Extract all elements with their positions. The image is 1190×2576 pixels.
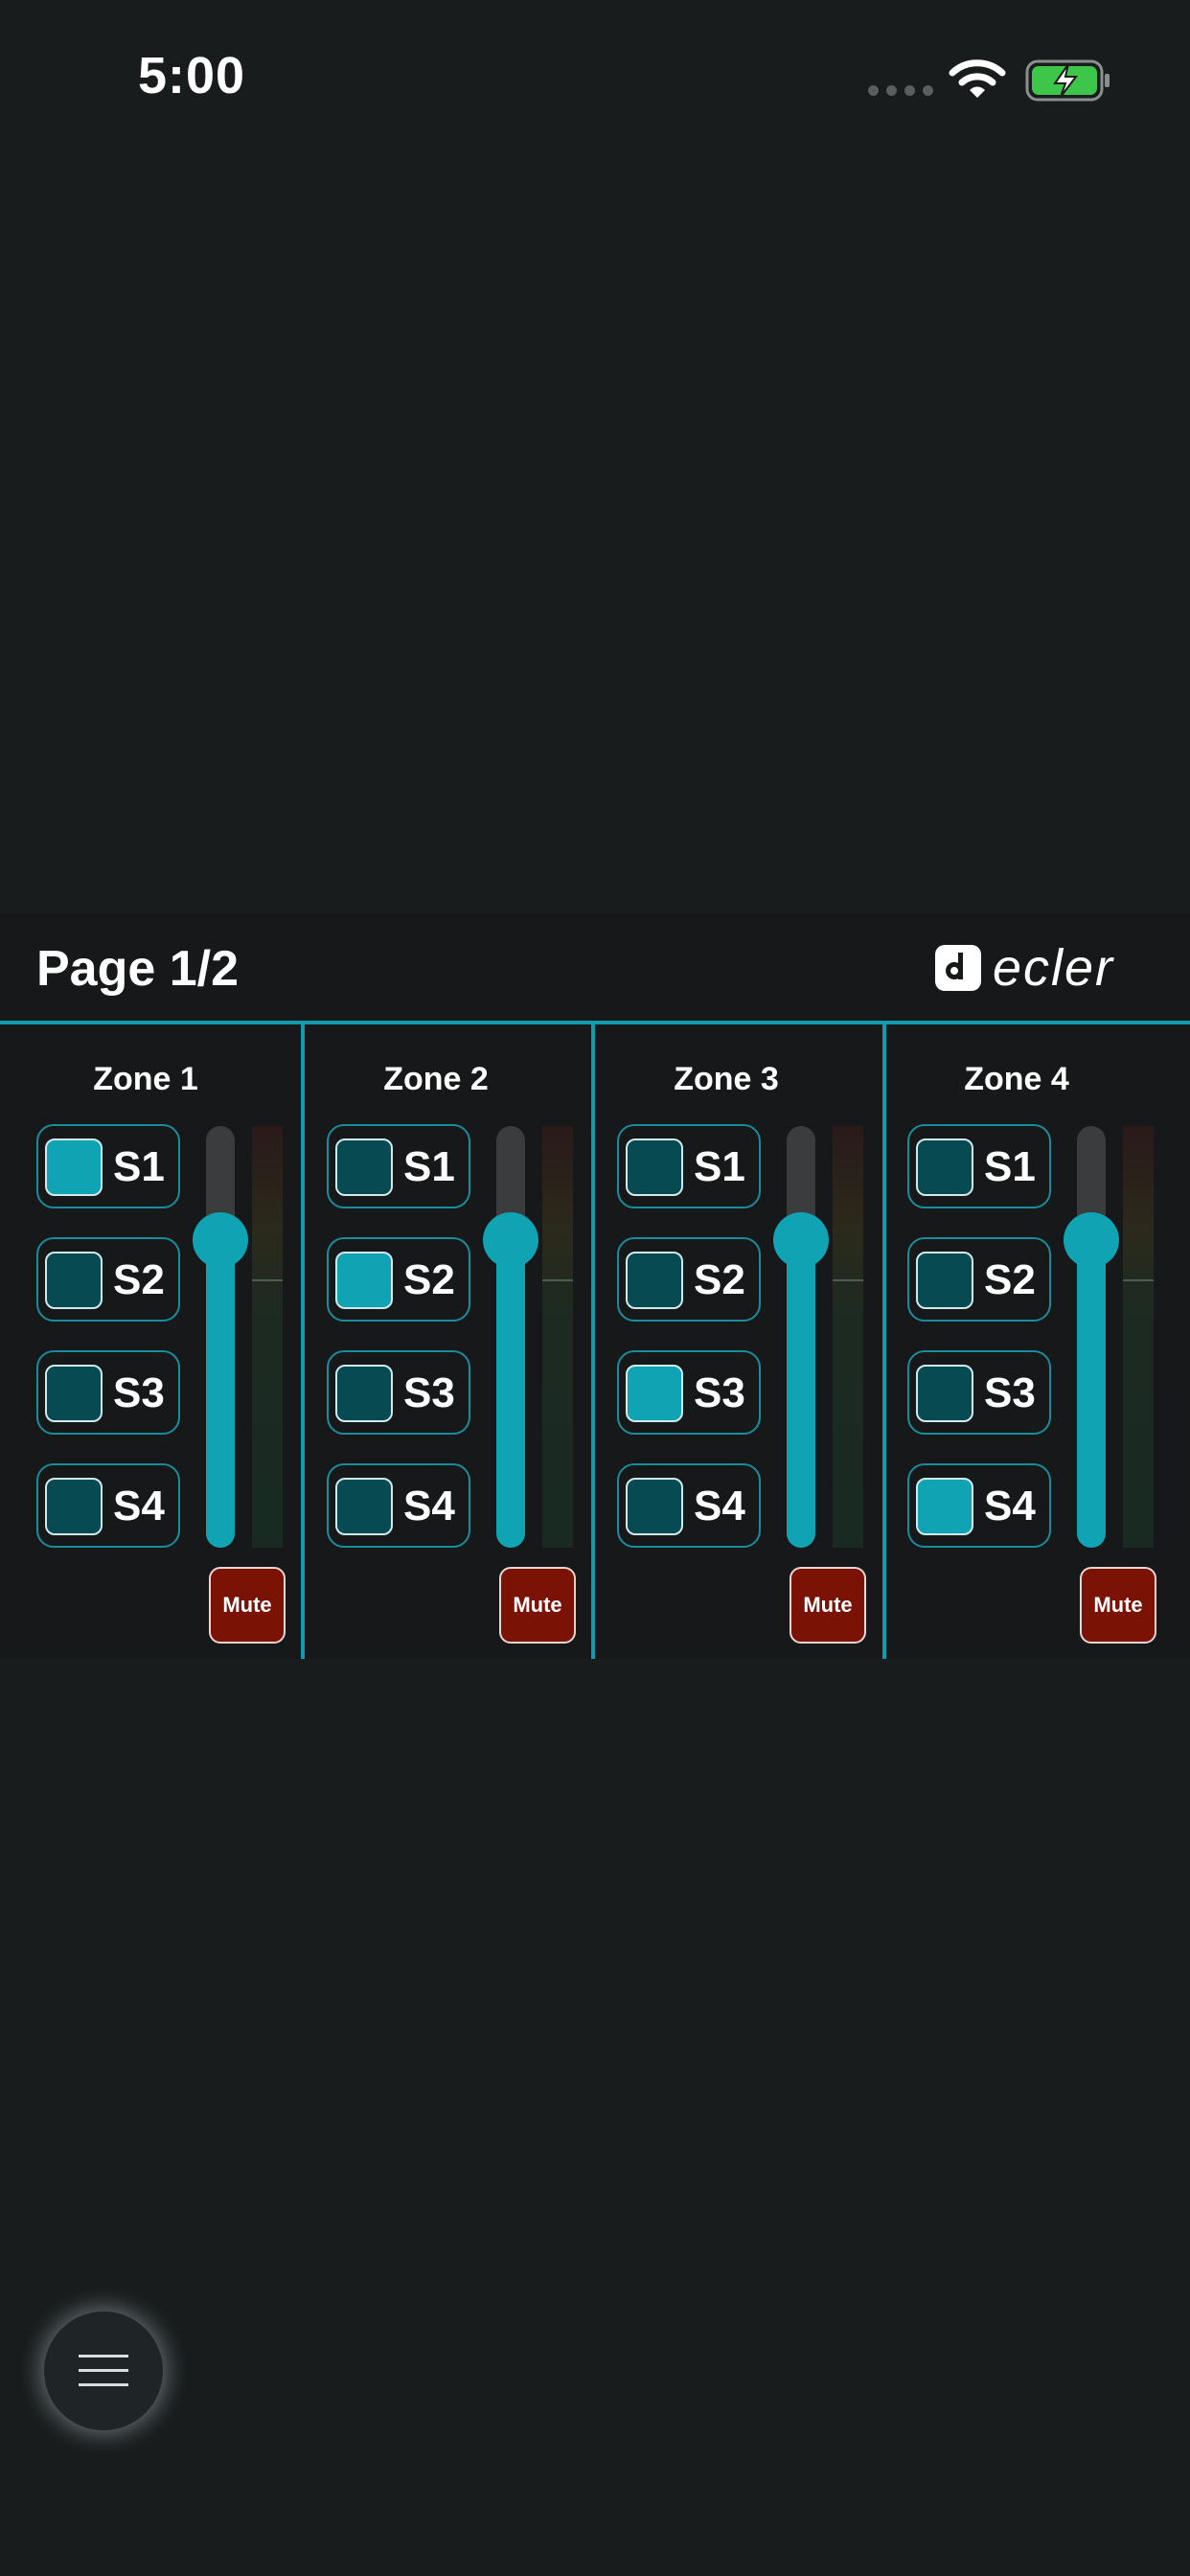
fader-fill	[787, 1240, 815, 1548]
source-indicator	[335, 1252, 393, 1309]
zone-3-source-s4-button[interactable]: S4	[617, 1463, 761, 1548]
fader-fill	[496, 1240, 525, 1548]
source-indicator	[916, 1365, 973, 1422]
zone-title: Zone 3	[674, 1061, 779, 1097]
zone-1-source-s4-button[interactable]: S4	[36, 1463, 180, 1548]
zone-2-mute-button[interactable]: Mute	[499, 1567, 576, 1644]
meter-marker	[1123, 1279, 1154, 1281]
zone-2-level-meter	[542, 1126, 573, 1548]
zone-1-source-s3-button[interactable]: S3	[36, 1350, 180, 1435]
zone-2-source-s1-button[interactable]: S1	[327, 1124, 470, 1208]
menu-button[interactable]	[44, 2312, 163, 2430]
source-indicator	[335, 1138, 393, 1196]
zone-4-volume-fader-track[interactable]	[1077, 1126, 1106, 1548]
source-indicator	[916, 1478, 973, 1535]
source-label: S3	[113, 1369, 165, 1416]
source-indicator	[626, 1138, 683, 1196]
zone-4: Zone 4 S1 S2 S3 S4 Mute	[871, 1024, 1162, 1659]
zone-4-volume-fader-knob[interactable]	[1064, 1212, 1119, 1268]
source-label: S4	[694, 1483, 745, 1530]
source-label: S3	[984, 1369, 1036, 1416]
source-label: S1	[113, 1143, 165, 1190]
source-indicator	[626, 1365, 683, 1422]
zone-4-mute-button[interactable]: Mute	[1080, 1567, 1156, 1644]
zone-1: Zone 1 S1 S2 S3 S4 Mute	[0, 1024, 291, 1659]
source-label: S3	[403, 1369, 455, 1416]
zone-1-volume-fader-track[interactable]	[206, 1126, 235, 1548]
status-time: 5:00	[138, 47, 246, 104]
battery-charging-icon	[1025, 59, 1110, 102]
zone-2-volume-fader-knob[interactable]	[483, 1212, 538, 1268]
source-label: S4	[984, 1483, 1036, 1530]
zone-3-volume-fader-knob[interactable]	[773, 1212, 829, 1268]
source-indicator	[45, 1365, 103, 1422]
source-indicator	[626, 1252, 683, 1309]
source-indicator	[626, 1478, 683, 1535]
source-indicator	[45, 1252, 103, 1309]
meter-marker	[252, 1279, 283, 1281]
page-title: Page 1/2	[36, 941, 240, 997]
zone-control-panel: Page 1/2 ecler Zone 1 S1 S2 S3 S4 Mute Z…	[0, 913, 1190, 1659]
source-label: S1	[403, 1143, 455, 1190]
source-indicator	[45, 1138, 103, 1196]
zone-4-source-s1-button[interactable]: S1	[907, 1124, 1051, 1208]
zone-3-volume-fader-track[interactable]	[787, 1126, 815, 1548]
source-label: S3	[694, 1369, 745, 1416]
zone-4-source-s2-button[interactable]: S2	[907, 1237, 1051, 1322]
zone-1-mute-button[interactable]: Mute	[209, 1567, 286, 1644]
source-indicator	[45, 1478, 103, 1535]
source-label: S2	[694, 1256, 745, 1303]
fader-fill	[206, 1240, 235, 1548]
zone-3-source-s3-button[interactable]: S3	[617, 1350, 761, 1435]
source-indicator	[916, 1138, 973, 1196]
zone-3-level-meter	[833, 1126, 863, 1548]
zone-2-source-s2-button[interactable]: S2	[327, 1237, 470, 1322]
zone-2-volume-fader-track[interactable]	[496, 1126, 525, 1548]
zone-3-mute-button[interactable]: Mute	[790, 1567, 866, 1644]
zone-3-source-s2-button[interactable]: S2	[617, 1237, 761, 1322]
zone-2: Zone 2 S1 S2 S3 S4 Mute	[290, 1024, 582, 1659]
zone-title: Zone 1	[93, 1061, 198, 1097]
fader-fill	[1077, 1240, 1106, 1548]
cellular-signal-icon	[868, 85, 933, 96]
source-label: S2	[984, 1256, 1036, 1303]
zones-container: Zone 1 S1 S2 S3 S4 Mute Zone 2 S1 S2 S3 …	[0, 1024, 1190, 1659]
ecler-logo: ecler	[935, 942, 1114, 994]
meter-marker	[833, 1279, 863, 1281]
zone-4-level-meter	[1123, 1126, 1154, 1548]
zone-1-volume-fader-knob[interactable]	[193, 1212, 248, 1268]
zone-title: Zone 2	[383, 1061, 489, 1097]
source-label: S2	[403, 1256, 455, 1303]
source-label: S1	[984, 1143, 1036, 1190]
source-indicator	[916, 1252, 973, 1309]
source-label: S2	[113, 1256, 165, 1303]
zone-1-level-meter	[252, 1126, 283, 1548]
zone-2-source-s3-button[interactable]: S3	[327, 1350, 470, 1435]
zone-1-source-s1-button[interactable]: S1	[36, 1124, 180, 1208]
panel-header: Page 1/2 ecler	[0, 913, 1190, 1021]
hamburger-menu-icon	[79, 2355, 128, 2386]
zone-4-source-s3-button[interactable]: S3	[907, 1350, 1051, 1435]
zone-3: Zone 3 S1 S2 S3 S4 Mute	[581, 1024, 872, 1659]
source-indicator	[335, 1478, 393, 1535]
logo-text: ecler	[993, 939, 1115, 997]
source-label: S4	[403, 1483, 455, 1530]
zone-3-source-s1-button[interactable]: S1	[617, 1124, 761, 1208]
zone-divider	[591, 1024, 595, 1659]
ecler-logo-icon	[935, 945, 981, 991]
source-indicator	[335, 1365, 393, 1422]
wifi-icon	[949, 59, 1006, 98]
zone-1-source-s2-button[interactable]: S2	[36, 1237, 180, 1322]
source-label: S4	[113, 1483, 165, 1530]
meter-marker	[542, 1279, 573, 1281]
zone-title: Zone 4	[964, 1061, 1069, 1097]
zone-2-source-s4-button[interactable]: S4	[327, 1463, 470, 1548]
source-label: S1	[694, 1143, 745, 1190]
zone-divider	[301, 1024, 305, 1659]
zone-4-source-s4-button[interactable]: S4	[907, 1463, 1051, 1548]
zone-divider	[882, 1024, 886, 1659]
